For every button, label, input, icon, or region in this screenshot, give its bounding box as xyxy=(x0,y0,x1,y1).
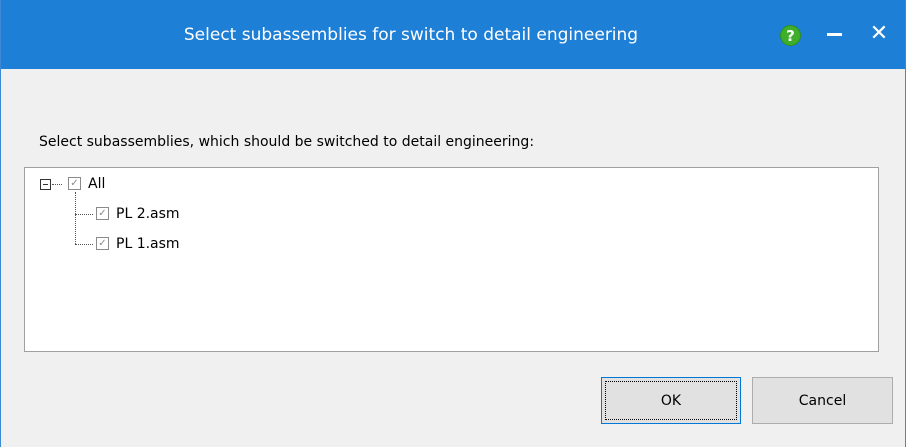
instruction-label: Select subassemblies, which should be sw… xyxy=(39,134,535,150)
ok-button[interactable]: OK xyxy=(601,377,741,424)
ok-button-label: OK xyxy=(660,392,682,409)
dialog-window: Select subassemblies for switch to detai… xyxy=(0,0,906,447)
tree-connector xyxy=(75,214,93,215)
checkbox-pl2[interactable]: ✓ xyxy=(96,207,109,220)
subassembly-tree[interactable]: ✓ All ✓ PL 2.asm ✓ PL 1.asm xyxy=(24,167,879,352)
checkbox-all[interactable]: ✓ xyxy=(68,177,81,190)
collapse-toggle-icon[interactable] xyxy=(40,179,51,190)
cancel-button[interactable]: Cancel xyxy=(752,377,893,424)
tree-connector xyxy=(75,244,93,245)
title-bar[interactable]: Select subassemblies for switch to detai… xyxy=(1,0,905,69)
tree-node-pl1[interactable]: PL 1.asm xyxy=(116,236,180,252)
close-icon[interactable]: ✕ xyxy=(867,22,891,46)
tree-connector xyxy=(52,184,62,185)
tree-connector xyxy=(75,192,76,244)
help-icon[interactable]: ? xyxy=(780,25,801,46)
checkbox-pl1[interactable]: ✓ xyxy=(96,237,109,250)
tree-node-all[interactable]: All xyxy=(88,176,105,192)
dialog-title: Select subassemblies for switch to detai… xyxy=(183,24,639,45)
tree-node-pl2[interactable]: PL 2.asm xyxy=(116,206,180,222)
cancel-button-label: Cancel xyxy=(798,392,847,409)
minimize-icon[interactable] xyxy=(827,33,842,36)
